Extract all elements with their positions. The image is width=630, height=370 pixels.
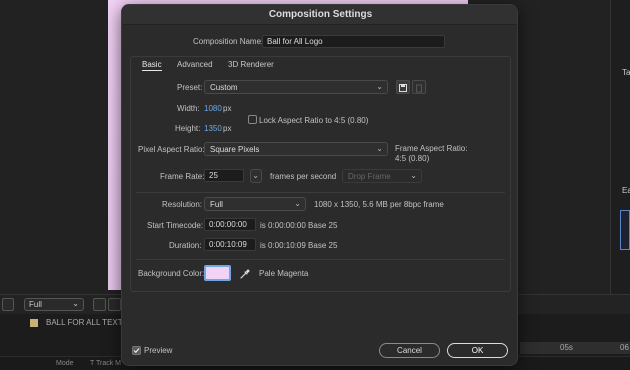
side-panel-tab[interactable]: Ta xyxy=(622,68,630,77)
frame-aspect-label: Frame Aspect Ratio: xyxy=(395,144,468,153)
frame-aspect-value: 4:5 (0.80) xyxy=(395,154,430,163)
bg-color-name: Pale Magenta xyxy=(259,269,309,278)
chevron-down-icon[interactable] xyxy=(2,298,14,311)
duration-input[interactable]: 0:00:10:09 xyxy=(204,238,256,251)
frame-rate-label: Frame Rate: xyxy=(160,172,205,181)
pixel-aspect-value: Square Pixels xyxy=(210,145,260,154)
drop-frame-dropdown: Drop Frame ⌄ xyxy=(342,169,422,183)
mode-column-label: Mode xyxy=(56,360,74,367)
width-unit: px xyxy=(223,104,232,113)
frame-rate-dropdown[interactable]: ⌄ xyxy=(250,169,262,183)
comp-name-input[interactable]: Ball for All Logo xyxy=(262,35,445,48)
chevron-down-icon: ⌄ xyxy=(376,82,383,91)
dialog-title: Composition Settings xyxy=(122,5,517,25)
side-panel-tab[interactable]: Ea xyxy=(622,186,630,195)
drop-frame-value: Drop Frame xyxy=(348,172,391,181)
track-matte-column-label: T Track M xyxy=(90,360,121,367)
resolution-select[interactable]: Full ⌄ xyxy=(24,298,84,311)
chevron-down-icon: ⌄ xyxy=(72,299,79,308)
ruler-tick-label: 05s xyxy=(560,343,573,352)
ok-button[interactable]: OK xyxy=(447,343,508,358)
tab-advanced[interactable]: Advanced xyxy=(177,60,213,69)
resolution-label: Resolution: xyxy=(162,200,203,209)
duration-label: Duration: xyxy=(169,241,202,250)
transparency-grid-icon[interactable] xyxy=(108,298,121,311)
delete-preset-icon[interactable] xyxy=(412,80,426,94)
resolution-dropdown[interactable]: Full ⌄ xyxy=(204,197,306,211)
ruler-tick-label: 06 xyxy=(620,343,629,352)
right-panel xyxy=(610,0,630,310)
width-label: Width: xyxy=(177,104,200,113)
preview-checkbox[interactable] xyxy=(132,346,141,355)
height-label: Height: xyxy=(175,124,201,133)
eyedropper-icon[interactable] xyxy=(239,267,251,279)
resolution-value: Full xyxy=(210,200,223,209)
region-of-interest-icon[interactable] xyxy=(93,298,106,311)
height-unit: px xyxy=(223,124,232,133)
divider xyxy=(136,259,505,260)
chevron-down-icon: ⌄ xyxy=(410,171,417,180)
save-preset-icon[interactable] xyxy=(396,80,410,94)
cancel-button[interactable]: Cancel xyxy=(379,343,440,358)
comp-name-label: Composition Name: xyxy=(193,37,264,46)
duration-info: is 0:00:10:09 Base 25 xyxy=(260,241,338,250)
pixel-aspect-dropdown[interactable]: Square Pixels ⌄ xyxy=(204,142,388,156)
frame-rate-input[interactable]: 25 xyxy=(204,169,244,182)
pixel-aspect-label: Pixel Aspect Ratio: xyxy=(138,145,205,154)
frames-per-second-label: frames per second xyxy=(270,172,337,181)
lock-aspect-label: Lock Aspect Ratio to 4:5 (0.80) xyxy=(259,116,369,125)
time-ruler[interactable] xyxy=(520,342,630,354)
start-timecode-label: Start Timecode: xyxy=(147,221,204,230)
lock-aspect-checkbox[interactable] xyxy=(248,115,257,124)
resolution-select-value: Full xyxy=(29,300,42,309)
preset-label: Preset: xyxy=(177,83,203,92)
composition-settings-dialog: Composition Settings Composition Name: B… xyxy=(121,4,518,366)
bg-color-label: Background Color: xyxy=(138,269,205,278)
start-timecode-input[interactable]: 0:00:00:00 xyxy=(204,218,256,231)
preset-value: Custom xyxy=(210,83,238,92)
side-panel-selection xyxy=(620,210,630,250)
preset-dropdown[interactable]: Custom ⌄ xyxy=(204,80,388,94)
chevron-down-icon: ⌄ xyxy=(252,171,259,180)
chevron-down-icon: ⌄ xyxy=(294,199,301,208)
tab-basic[interactable]: Basic xyxy=(142,60,162,71)
tab-3d-renderer[interactable]: 3D Renderer xyxy=(228,60,274,69)
height-value[interactable]: 1350 xyxy=(204,124,222,133)
preview-label: Preview xyxy=(144,346,173,355)
chevron-down-icon: ⌄ xyxy=(376,144,383,153)
background-color-swatch[interactable] xyxy=(204,265,231,281)
layer-label-color[interactable] xyxy=(30,319,38,327)
width-value[interactable]: 1080 xyxy=(204,104,222,113)
start-timecode-info: is 0:00:00:00 Base 25 xyxy=(260,221,338,230)
resolution-info: 1080 x 1350, 5.6 MB per 8bpc frame xyxy=(314,200,444,209)
divider xyxy=(136,192,505,193)
